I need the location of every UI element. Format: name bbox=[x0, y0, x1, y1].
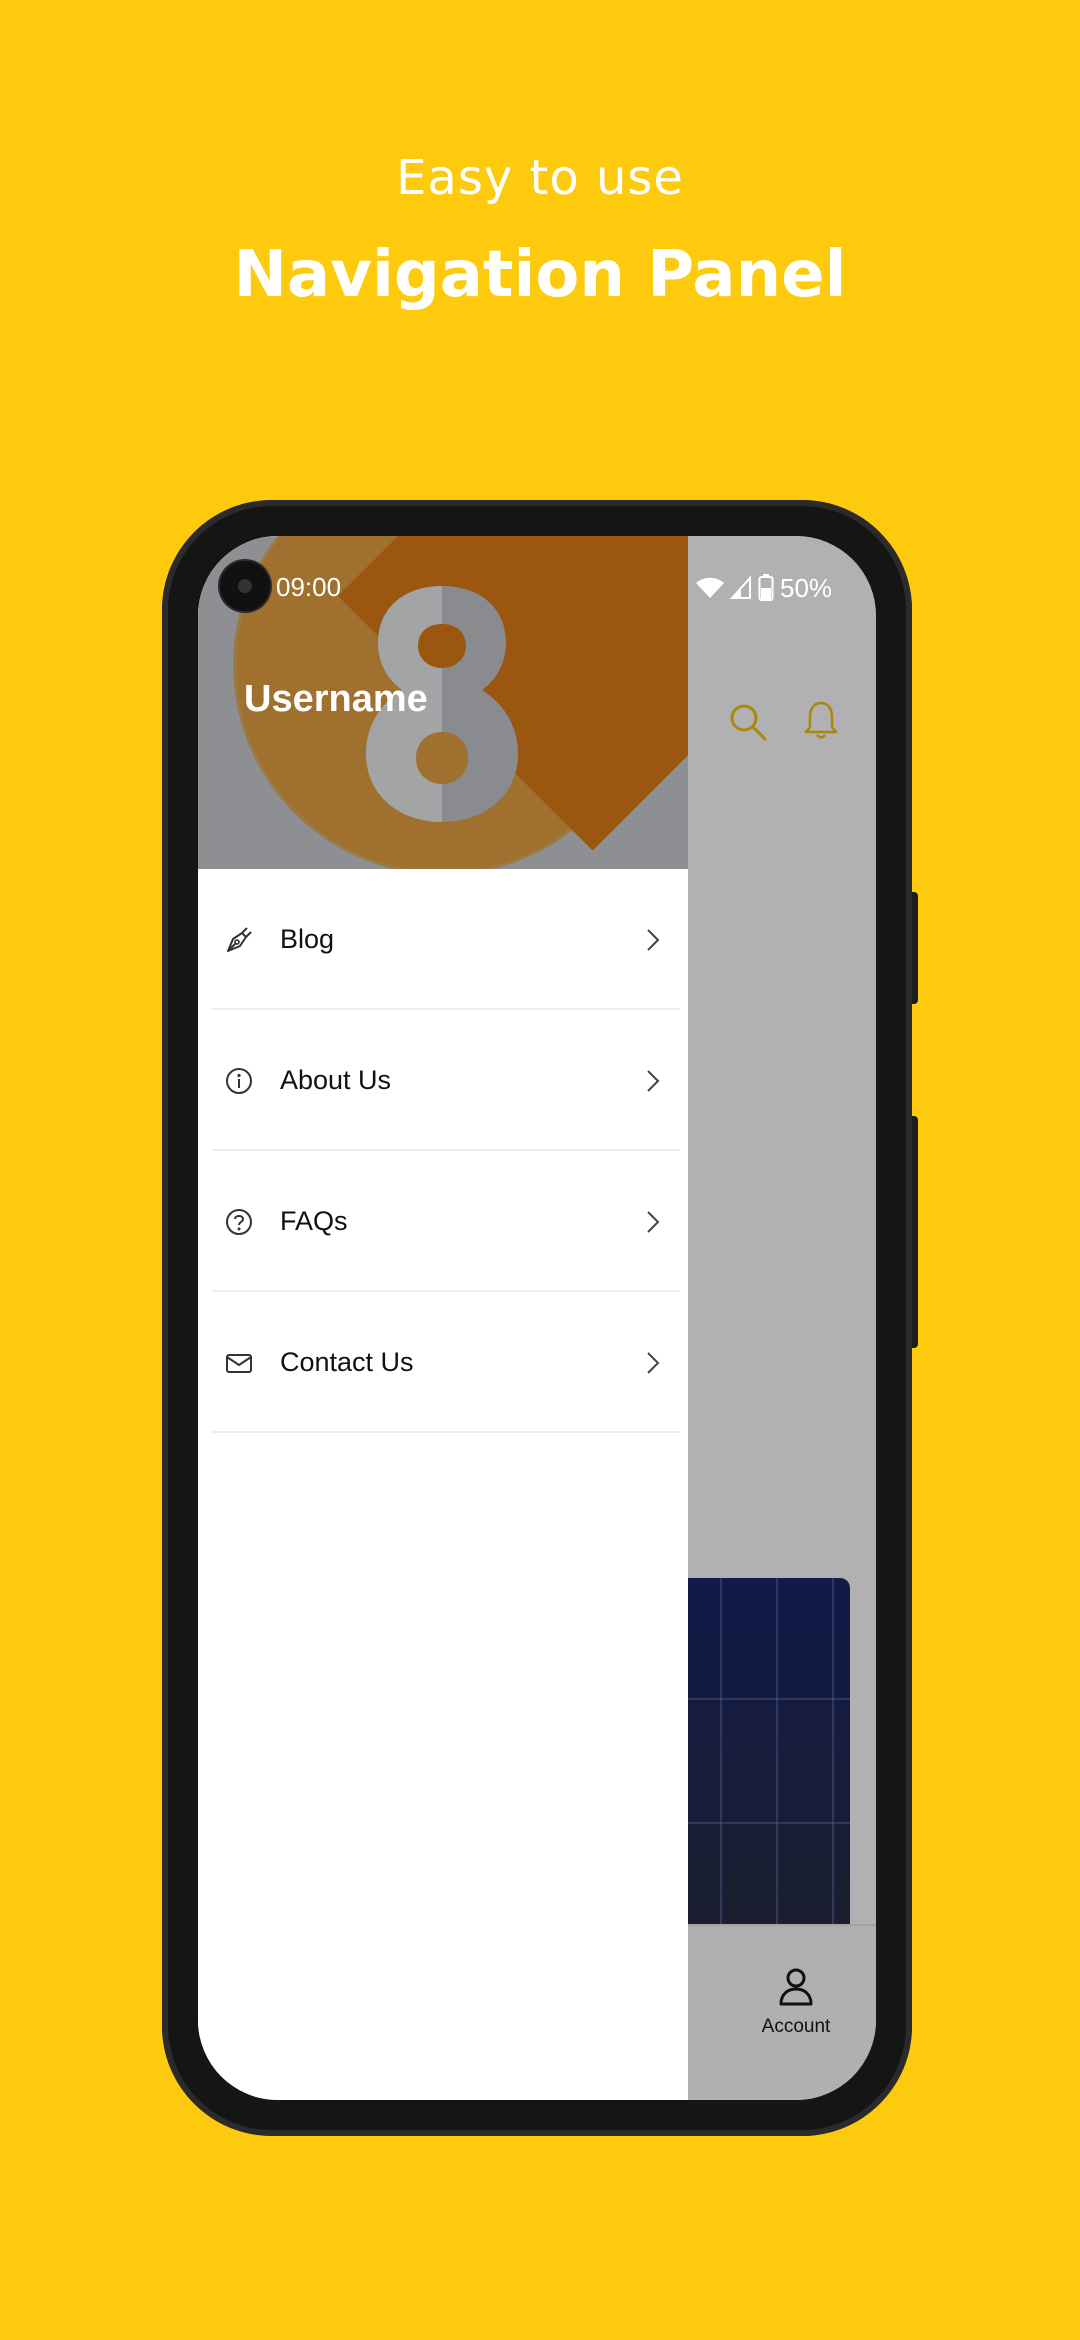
phone-screen: Account 09:00 Username Blog About Us FAQ… bbox=[198, 536, 876, 2100]
promo-title: Navigation Panel bbox=[233, 238, 847, 312]
bell-icon[interactable] bbox=[804, 700, 838, 740]
menu-item-faqs[interactable]: FAQs bbox=[198, 1151, 688, 1292]
drawer-username: Username bbox=[244, 678, 428, 720]
menu-item-label: Blog bbox=[280, 924, 335, 954]
divider bbox=[212, 1431, 680, 1433]
drawer-menu: Blog About Us FAQs Contact Us bbox=[198, 869, 688, 1433]
chevron-right-icon bbox=[647, 1351, 660, 1374]
menu-item-label: FAQs bbox=[280, 1206, 348, 1236]
signal-icon bbox=[730, 576, 751, 599]
mail-icon bbox=[226, 1353, 252, 1373]
chevron-right-icon bbox=[647, 1210, 660, 1233]
account-label[interactable]: Account bbox=[738, 2016, 854, 2038]
chevron-right-icon bbox=[647, 1069, 660, 1092]
question-icon bbox=[226, 1208, 252, 1235]
menu-item-label: Contact Us bbox=[280, 1347, 414, 1377]
battery-percentage: 50% bbox=[780, 572, 833, 603]
search-icon[interactable] bbox=[728, 702, 768, 742]
navigation-drawer: 09:00 Username Blog About Us FAQs Contac… bbox=[198, 536, 688, 2100]
drawer-header: 09:00 Username bbox=[198, 536, 688, 869]
status-time: 09:00 bbox=[276, 572, 342, 602]
wifi-icon bbox=[696, 577, 724, 598]
account-icon[interactable] bbox=[776, 1966, 816, 2006]
menu-item-label: About Us bbox=[280, 1065, 392, 1095]
chevron-right-icon bbox=[647, 928, 660, 951]
battery-icon bbox=[758, 574, 774, 601]
menu-item-contact-us[interactable]: Contact Us bbox=[198, 1292, 688, 1433]
phone-frame: Account 09:00 Username Blog About Us FAQ… bbox=[162, 500, 912, 2136]
info-icon bbox=[226, 1067, 252, 1094]
front-camera bbox=[220, 561, 270, 611]
menu-item-about-us[interactable]: About Us bbox=[198, 1010, 688, 1151]
status-icons: 50% bbox=[696, 572, 832, 604]
pen-icon bbox=[227, 926, 252, 952]
menu-item-blog[interactable]: Blog bbox=[198, 869, 688, 1010]
promo-subtitle: Easy to use bbox=[396, 150, 684, 206]
